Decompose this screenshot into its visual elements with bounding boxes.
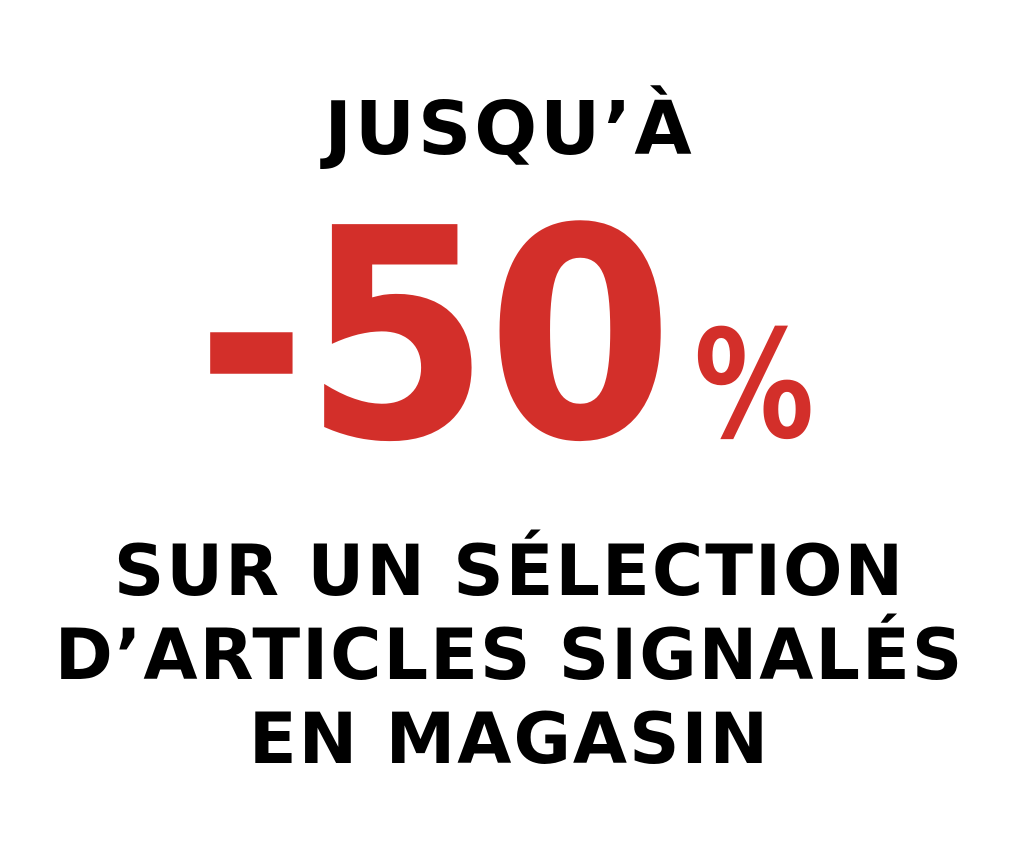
detail-line-1: SUR UN SÉLECTION <box>113 530 906 612</box>
promo-banner: JUSQU’À -50% SUR UN SÉLECTION D’ARTICLES… <box>0 0 1019 865</box>
headline-top: JUSQU’À <box>324 86 695 172</box>
detail-line-3: EN MAGASIN <box>248 698 771 780</box>
detail-line-2: D’ARTICLES SIGNALÉS <box>54 614 965 696</box>
discount-figure: -50% <box>0 190 1019 490</box>
discount-value: -50 <box>195 166 673 506</box>
discount-unit: % <box>694 299 815 473</box>
